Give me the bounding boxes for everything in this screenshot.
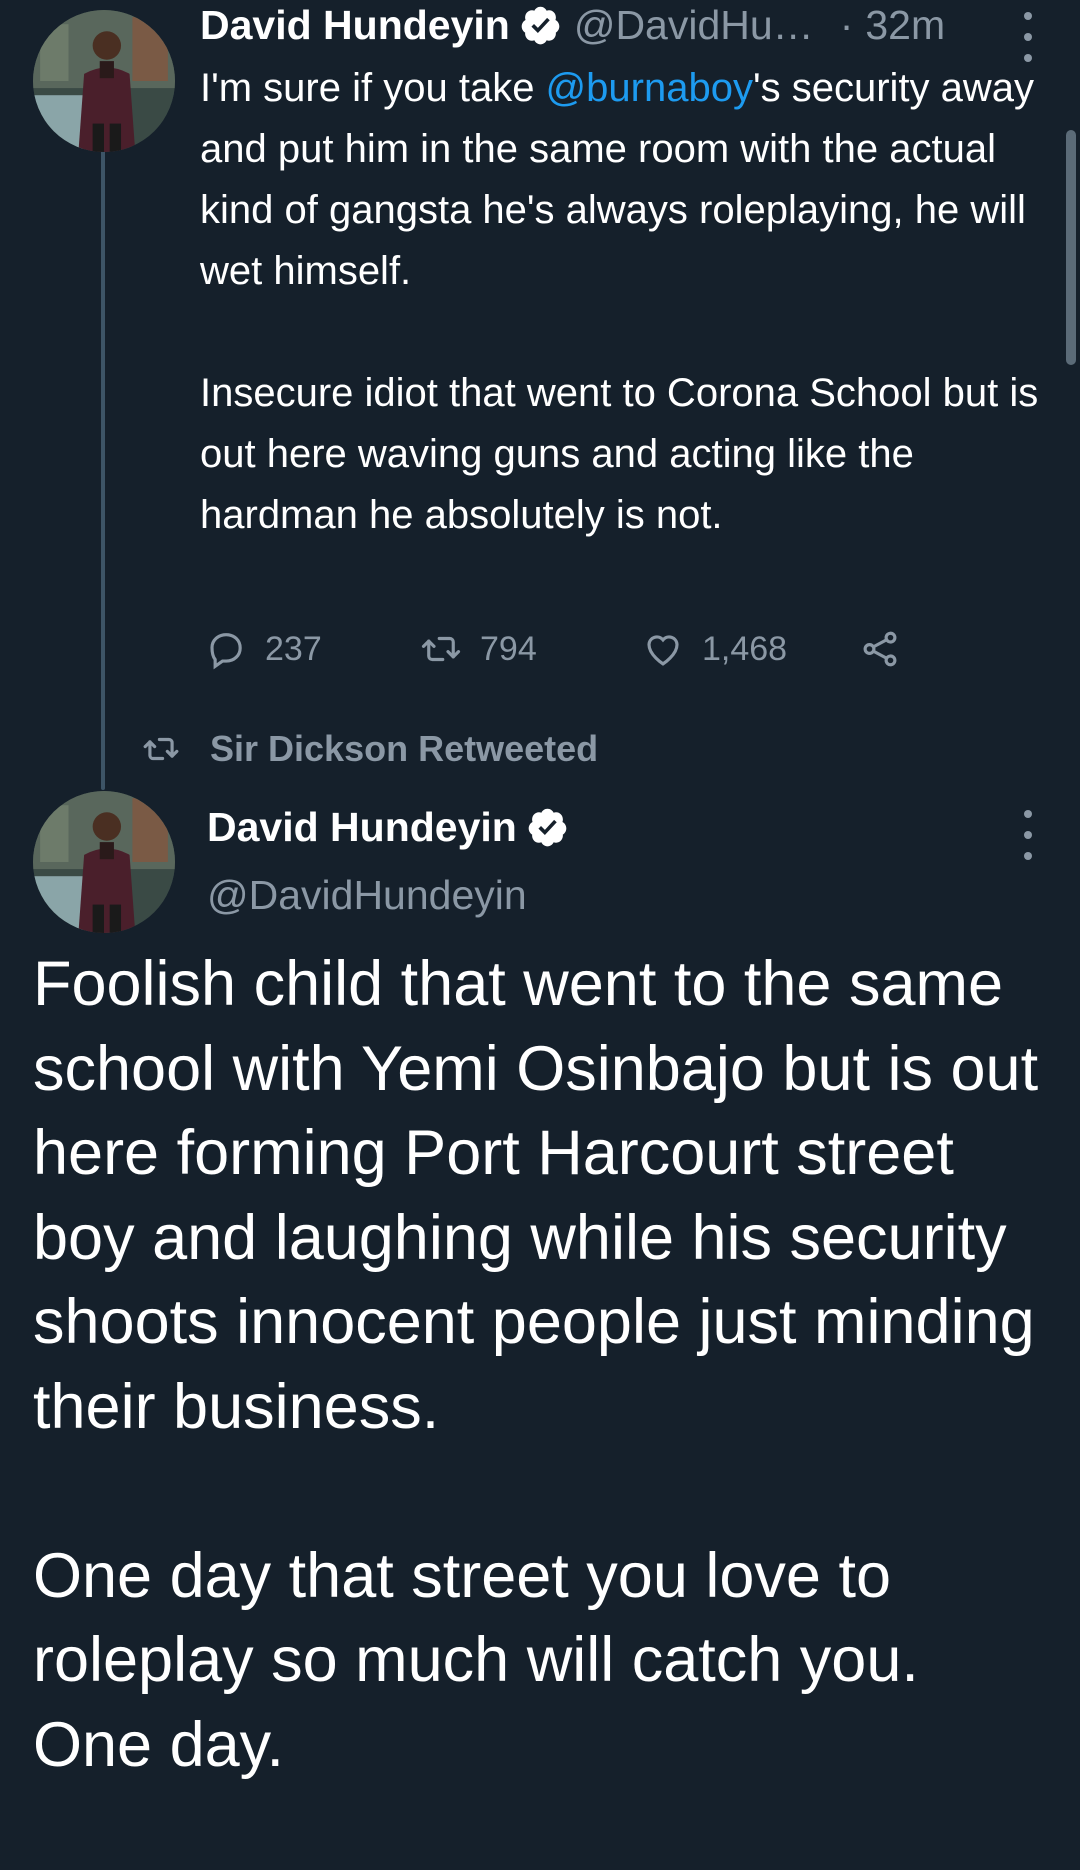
tweet-text: I'm sure if you take <box>200 66 546 110</box>
reply-count: 237 <box>265 629 322 668</box>
avatar[interactable] <box>33 10 175 152</box>
reply-button[interactable]: 237 <box>205 628 322 670</box>
verified-badge-icon <box>526 806 569 849</box>
verified-badge-icon <box>519 4 562 47</box>
mention-link[interactable]: @burnaboy <box>546 66 753 110</box>
retweet-count: 794 <box>480 629 537 668</box>
tweet-paragraph: One day that street you love to roleplay… <box>33 1540 919 1780</box>
avatar-photo-icon <box>33 10 175 152</box>
tweet-paragraph: Insecure idiot that went to Corona Schoo… <box>200 371 1039 537</box>
separator: · <box>839 2 854 48</box>
avatar[interactable] <box>33 791 175 933</box>
author-handle[interactable]: @DavidHundeyin <box>207 872 527 919</box>
tweet-paragraph: Foolish child that went to the same scho… <box>33 949 1039 1442</box>
tweet2-header: David Hundeyin <box>207 804 569 851</box>
retweet-label: Sir Dickson Retweeted <box>210 728 599 769</box>
retweet-icon <box>421 636 461 662</box>
author-name[interactable]: David Hundeyin <box>207 804 517 851</box>
timestamp[interactable]: 32m <box>865 2 945 49</box>
like-button[interactable]: 1,468 <box>642 628 787 670</box>
scrollbar-thumb[interactable] <box>1066 130 1076 365</box>
share-icon <box>863 631 897 667</box>
retweet-icon <box>143 737 179 761</box>
avatar-photo-icon <box>33 791 175 933</box>
tweet2-body: Foolish child that went to the same scho… <box>33 942 1053 1787</box>
author-name[interactable]: David Hundeyin <box>200 2 510 49</box>
tweet1-body: I'm sure if you take @burnaboy's securit… <box>200 58 1060 546</box>
retweet-context[interactable]: Sir Dickson Retweeted <box>142 728 598 770</box>
thread-connector-line <box>101 150 105 790</box>
tweet1-header: David Hundeyin @DavidHu… · 32m <box>200 2 945 49</box>
like-count: 1,468 <box>702 629 788 668</box>
retweet-button[interactable]: 794 <box>420 628 537 670</box>
like-icon <box>647 635 679 666</box>
author-handle[interactable]: @DavidHu… <box>574 2 814 49</box>
more-options-icon[interactable] <box>1018 810 1038 860</box>
reply-icon <box>210 633 242 670</box>
more-options-icon[interactable] <box>1018 12 1038 62</box>
share-button[interactable] <box>859 628 901 670</box>
